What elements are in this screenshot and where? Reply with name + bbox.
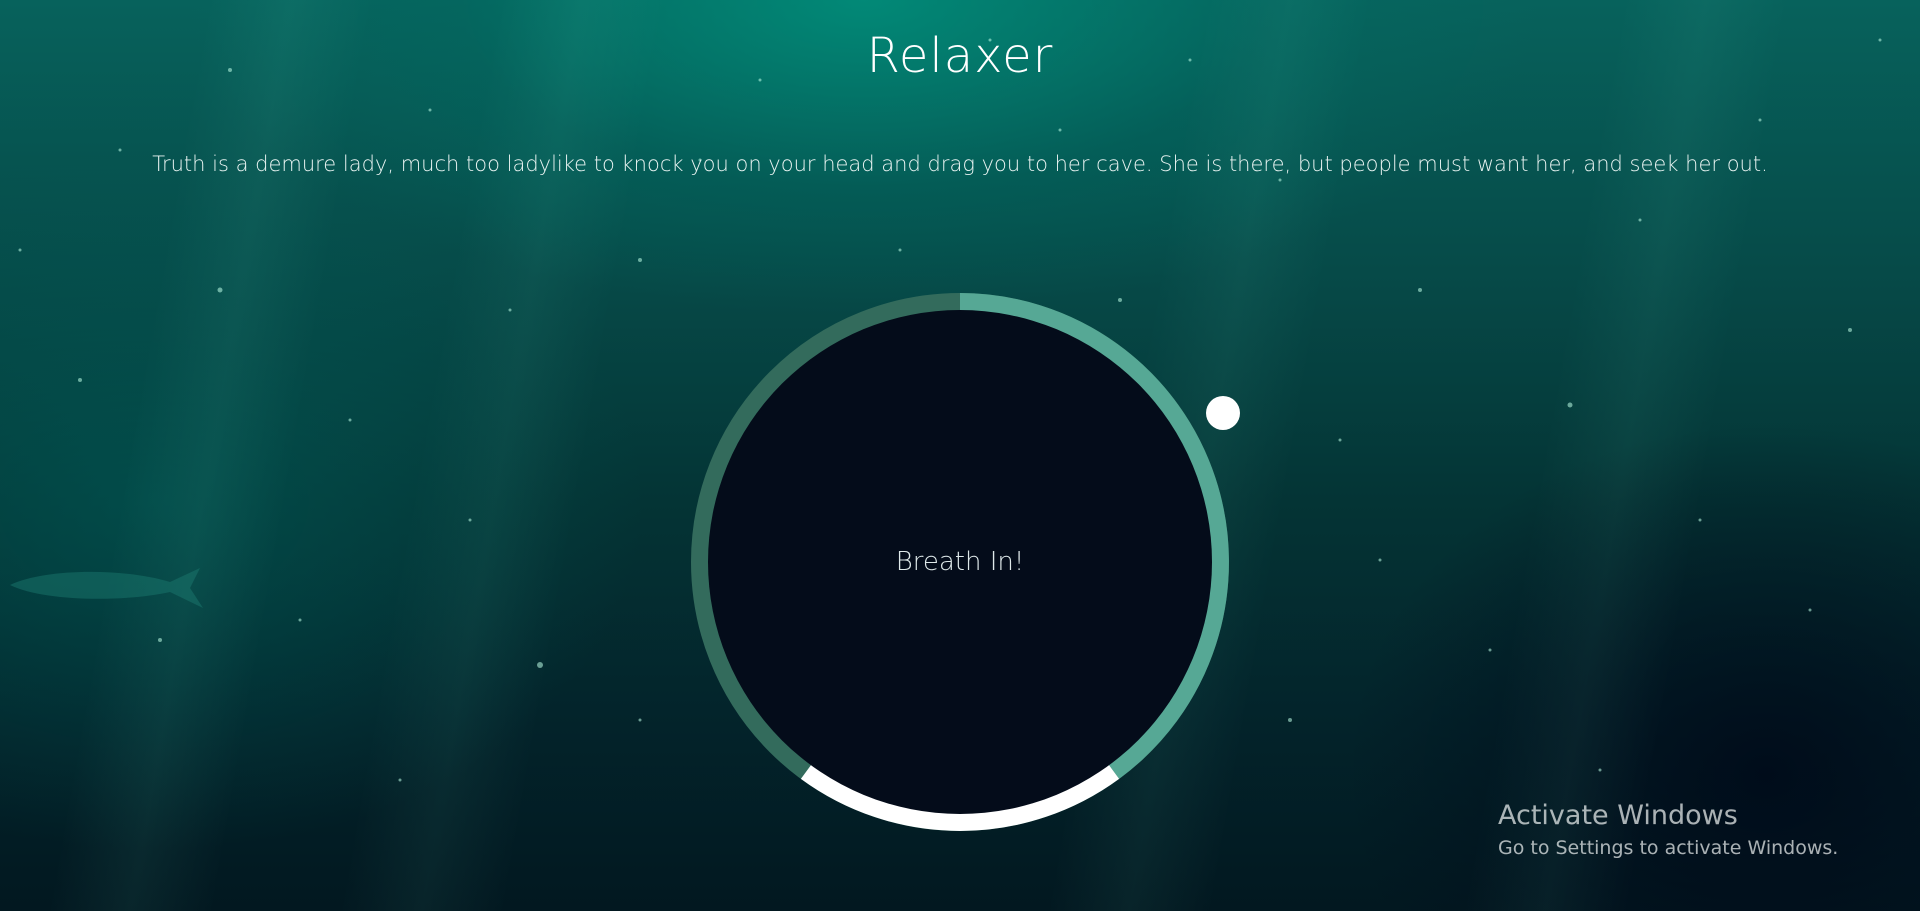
watermark-subtitle: Go to Settings to activate Windows.	[1498, 837, 1839, 859]
windows-activation-watermark: Activate Windows Go to Settings to activ…	[1498, 800, 1838, 859]
breath-circle: Breath In!	[690, 292, 1230, 832]
fish-silhouette-icon	[10, 568, 203, 608]
quote-text: Truth is a demure lady, much too ladylik…	[152, 152, 1768, 176]
page-title: Relaxer	[866, 28, 1054, 84]
breath-inner-circle: Breath In!	[708, 310, 1212, 814]
breath-status-text: Breath In!	[895, 547, 1025, 577]
breath-pointer-dot	[1206, 396, 1240, 430]
watermark-title: Activate Windows	[1498, 800, 1738, 831]
